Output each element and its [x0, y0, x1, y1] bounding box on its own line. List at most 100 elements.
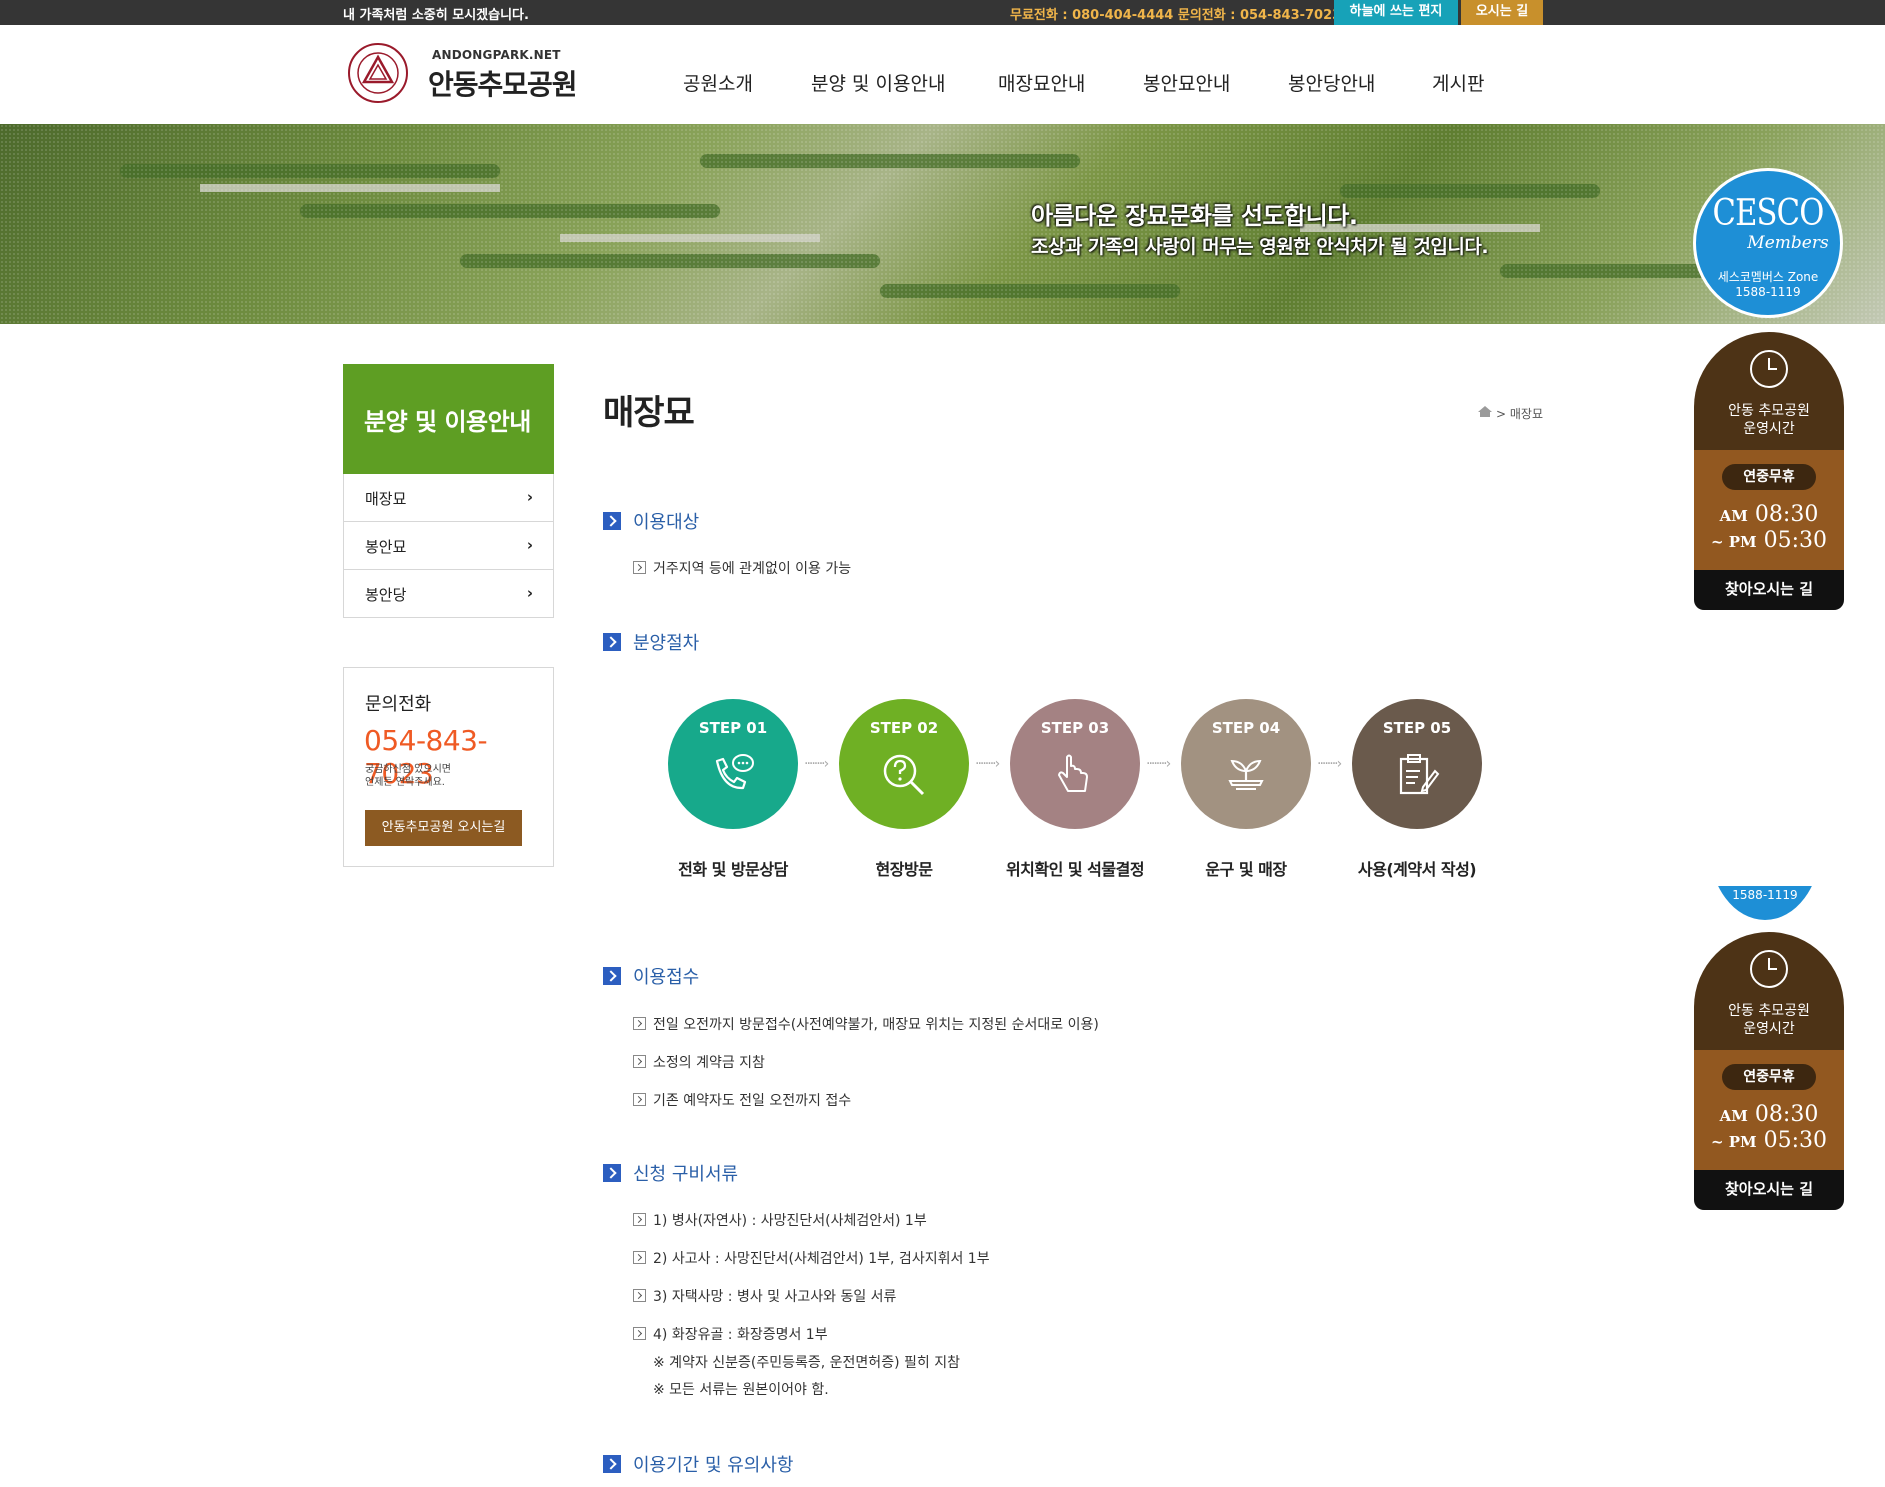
open-all-year-badge: 연중무휴: [1722, 464, 1816, 490]
section-arrow-icon: [603, 512, 621, 530]
step-5-name: 사용(계약서 작성): [1357, 860, 1477, 879]
step-label: STEP 02: [869, 719, 939, 737]
list-item: 1) 병사(자연사) : 사망진단서(사체검안서) 1부: [653, 1213, 927, 1229]
dotted-arrow-icon: ········›: [975, 756, 1000, 772]
page-title: 매장묘: [603, 393, 695, 433]
dotted-arrow-icon: ········›: [804, 756, 829, 772]
hero-banner: 아름다운 장묘문화를 선도합니다. 조상과 가족의 사랑이 머무는 영원한 안식…: [0, 124, 1885, 324]
step-label: STEP 01: [698, 719, 768, 737]
bullet-icon: [633, 1213, 646, 1226]
section-arrow-icon: [603, 1455, 621, 1473]
sidebar-item-label: 봉안묘: [365, 538, 407, 556]
hours-title-2: 운영시간: [1743, 421, 1795, 437]
sidebar-item-enshrinement[interactable]: 봉안묘 ›: [343, 522, 554, 570]
open-time: AM 08:30: [1719, 502, 1819, 527]
nav-park-intro[interactable]: 공원소개: [683, 69, 753, 96]
step-2-name: 현장방문: [875, 860, 933, 879]
logo-emblem-icon[interactable]: [347, 42, 409, 104]
bullet-icon: [633, 1055, 646, 1068]
breadcrumb: > 매장묘: [1496, 407, 1543, 421]
banner-headline: 아름다운 장묘문화를 선도합니다.: [1031, 202, 1358, 230]
step-label: STEP 03: [1040, 719, 1110, 737]
list-item: 2) 사고사 : 사망진단서(사체검안서) 1부, 검사지휘서 1부: [653, 1251, 990, 1267]
section-heading-documents: 신청 구비서류: [633, 1164, 739, 1185]
chevron-right-icon: ›: [526, 536, 533, 554]
cesco-phone-partial: 1588-1119: [1732, 888, 1798, 902]
operating-hours-widget-2: 안동 추모공원 운영시간 연중무휴 AM 08:30 ~ PM 05:30 찾아…: [1694, 932, 1844, 1210]
note-text: ※ 계약자 신분증(주민등록증, 운전면허증) 필히 지참: [653, 1355, 960, 1371]
find-way-link[interactable]: 찾아오시는 길: [1694, 570, 1844, 610]
cesco-brand: CESCO: [1712, 193, 1825, 234]
header: ANDONGPARK.NET 안동추모공원 공원소개 분양 및 이용안내 매장묘…: [0, 25, 1885, 124]
list-item: 4) 화장유골 : 화장증명서 1부: [653, 1327, 828, 1343]
step-1-circle: STEP 01: [668, 699, 798, 829]
section-heading-period: 이용기간 및 유의사항: [633, 1455, 794, 1476]
directions-sidebar-button[interactable]: 안동추모공원 오시는길: [365, 810, 522, 846]
home-icon[interactable]: [1478, 406, 1492, 417]
contact-desc-2: 언제든 연락주세요.: [365, 777, 445, 788]
step-4-name: 운구 및 매장: [1205, 860, 1287, 879]
banner-subline: 조상과 가족의 사랑이 머무는 영원한 안식처가 될 것입니다.: [1031, 236, 1489, 258]
sky-letter-button[interactable]: 하늘에 쓰는 편지: [1334, 0, 1458, 25]
step-1-name: 전화 및 방문상담: [678, 860, 788, 879]
top-bar: 내 가족처럼 소중히 모시겠습니다. 무료전화 : 080-404-4444 문…: [0, 0, 1885, 25]
sidebar-item-burial[interactable]: 매장묘 ›: [343, 474, 554, 522]
cesco-phone: 1588-1119: [1735, 285, 1801, 299]
step-5-circle: STEP 05: [1352, 699, 1482, 829]
section-arrow-icon: [603, 1164, 621, 1182]
close-time: ~ PM 05:30: [1710, 528, 1828, 553]
logo-domain: ANDONGPARK.NET: [432, 48, 561, 62]
bullet-icon: [633, 1017, 646, 1030]
nav-sales-guide[interactable]: 분양 및 이용안내: [811, 69, 945, 96]
chevron-right-icon: ›: [526, 488, 533, 506]
section-heading-procedure: 분양절차: [633, 633, 700, 654]
bullet-icon: [633, 1093, 646, 1106]
step-label: STEP 05: [1382, 719, 1452, 737]
section-arrow-icon: [603, 967, 621, 985]
chevron-right-icon: ›: [526, 584, 533, 602]
nav-board[interactable]: 게시판: [1432, 69, 1484, 96]
logo-title[interactable]: 안동추모공원: [428, 63, 578, 103]
clock-icon: [1750, 950, 1788, 988]
cesco-badge-partial[interactable]: 1588-1119: [1709, 886, 1821, 920]
note-text: ※ 모든 서류는 원본이어야 함.: [653, 1382, 829, 1398]
sprout-icon: [1228, 759, 1264, 790]
list-item: 3) 자택사망 : 병사 및 사고사와 동일 서류: [653, 1289, 897, 1305]
dotted-arrow-icon: ········›: [1146, 756, 1171, 772]
cesco-members-text: Members: [1747, 233, 1829, 253]
bullet-icon: [633, 1251, 646, 1264]
cesco-members-badge[interactable]: CESCO Members 세스코멤버스 Zone 1588-1119: [1693, 168, 1843, 318]
cesco-zone: 세스코멤버스 Zone: [1717, 270, 1819, 284]
section-arrow-icon: [603, 633, 621, 651]
bullet-icon: [633, 1327, 646, 1340]
hours-title-2: 운영시간: [1743, 1021, 1795, 1037]
section-heading-eligibility: 이용대상: [633, 512, 700, 533]
clipboard-pen-icon: [1399, 754, 1440, 795]
sidebar-item-columbarium[interactable]: 봉안당 ›: [343, 570, 554, 618]
list-item: 전일 오전까지 방문접수(사전예약불가, 매장묘 위치는 지정된 순서대로 이용…: [653, 1017, 1099, 1033]
step-3-circle: STEP 03: [1010, 699, 1140, 829]
contact-box: 문의전화 054-843-7023 궁금하신점 있으시면 언제든 연락주세요. …: [343, 667, 554, 867]
open-time: AM 08:30: [1719, 1102, 1819, 1127]
list-item: 기존 예약자도 전일 오전까지 접수: [653, 1093, 852, 1109]
bullet-icon: [633, 561, 646, 574]
operating-hours-widget: 안동 추모공원 운영시간 연중무휴 AM 08:30 ~ PM 05:30 찾아…: [1694, 332, 1844, 610]
step-3-name: 위치확인 및 석물결정: [1005, 860, 1145, 879]
nav-burial-grave[interactable]: 매장묘안내: [998, 69, 1085, 96]
nav-columbarium[interactable]: 봉안당안내: [1288, 69, 1375, 96]
phone-numbers: 무료전화 : 080-404-4444 문의전화 : 054-843-7023: [1010, 8, 1342, 23]
sidebar-item-label: 매장묘: [365, 490, 407, 508]
step-2-circle: STEP 02: [839, 699, 969, 829]
directions-button[interactable]: 오시는 길: [1461, 0, 1543, 25]
nav-enshrinement-grave[interactable]: 봉안묘안내: [1143, 69, 1230, 96]
section-heading-reception: 이용접수: [633, 967, 700, 988]
hours-title-1: 안동 추모공원: [1728, 403, 1810, 419]
bullet-icon: [633, 1289, 646, 1302]
pointing-hand-icon: [1058, 754, 1088, 792]
sidebar-title: 분양 및 이용안내: [343, 364, 554, 474]
find-way-link[interactable]: 찾아오시는 길: [1694, 1170, 1844, 1210]
search-question-icon: [883, 754, 925, 796]
list-item: 거주지역 등에 관계없이 이용 가능: [653, 561, 852, 577]
contact-title: 문의전화: [365, 694, 432, 715]
hours-title-1: 안동 추모공원: [1728, 1003, 1810, 1019]
